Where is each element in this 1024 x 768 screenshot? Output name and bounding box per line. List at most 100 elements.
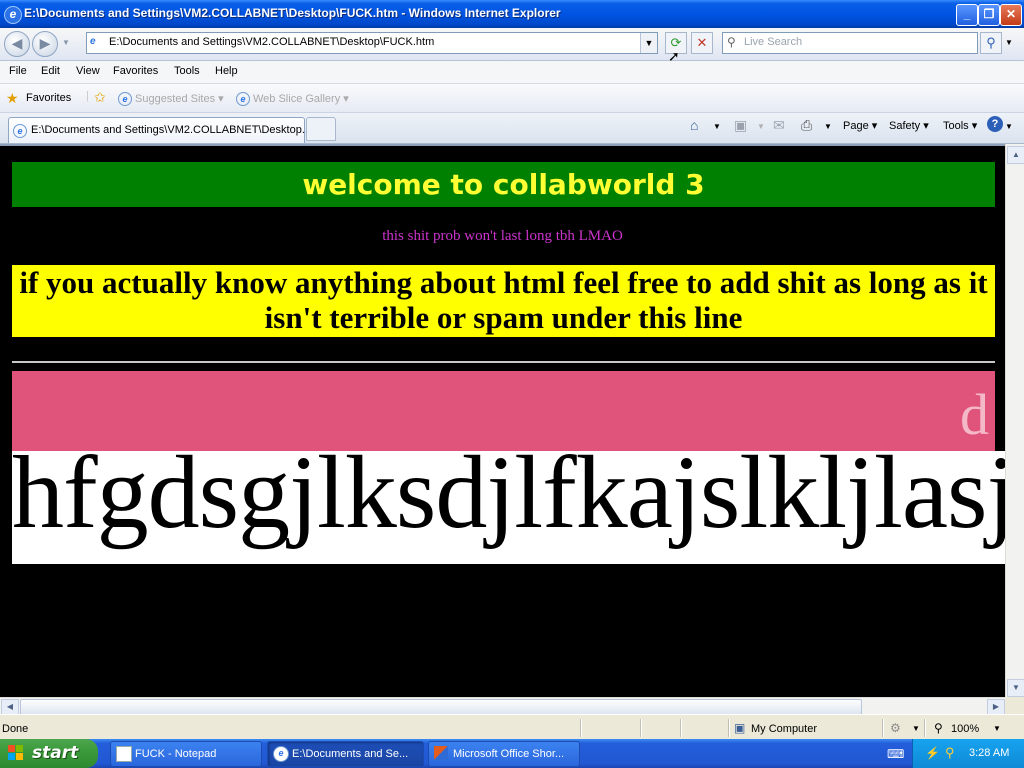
favorites-button[interactable]: Favorites: [26, 92, 71, 104]
add-favorites-icon[interactable]: ✩: [94, 89, 106, 106]
web-slice-gallery-label: Web Slice Gallery: [253, 93, 341, 105]
page-icon: e: [90, 36, 96, 47]
vertical-scrollbar[interactable]: ▲ ▼: [1005, 144, 1024, 697]
menu-edit[interactable]: Edit: [41, 65, 60, 77]
zoom-icon[interactable]: ⚲: [934, 721, 943, 735]
scroll-up-icon[interactable]: ▲: [1007, 146, 1024, 164]
page-menu[interactable]: Page ▾: [843, 119, 877, 132]
print-icon[interactable]: ⎙: [801, 117, 812, 134]
ie-page-icon: e: [13, 124, 27, 138]
office-shortcut-icon: [434, 746, 448, 760]
horizontal-scrollbar[interactable]: ◀ ▶: [0, 697, 1005, 715]
help-icon[interactable]: ?: [987, 116, 1003, 132]
menu-file[interactable]: File: [9, 65, 27, 77]
tools-menu[interactable]: Tools ▾: [943, 119, 977, 132]
home-icon[interactable]: ⌂: [690, 117, 698, 133]
scroll-right-icon[interactable]: ▶: [987, 699, 1005, 715]
big-text: hfgdsgjlksdjlfkajslkljlasjdlkfjas: [12, 451, 1005, 550]
horizontal-rule: [12, 361, 995, 363]
suggested-sites-label: Suggested Sites: [135, 93, 216, 105]
divider: [728, 719, 730, 737]
help-chevron-icon[interactable]: ▼: [1005, 122, 1013, 131]
protected-mode-chevron-icon[interactable]: ▼: [912, 724, 920, 733]
security-zone: My Computer: [751, 723, 818, 735]
ie-logo-icon: e: [4, 6, 22, 24]
ie-page-icon: e: [118, 92, 132, 107]
taskbar-item-label: E:\Documents and Se...: [292, 748, 409, 760]
print-chevron-icon[interactable]: ▼: [824, 122, 832, 131]
divider: |: [86, 90, 89, 102]
web-page-content: welcome to collabworld 3 this shit prob …: [0, 144, 1005, 699]
divider: [580, 719, 582, 737]
divider: [882, 719, 884, 737]
windows-logo-icon: [8, 745, 24, 761]
pink-marquee-text: d: [960, 382, 989, 447]
status-text: Done: [2, 723, 29, 735]
menu-view[interactable]: View: [76, 65, 100, 77]
favorites-star-icon: ★: [6, 90, 19, 106]
keyboard-icon[interactable]: ⌨: [887, 747, 904, 761]
taskbar: start FUCK - Notepad e E:\Documents and …: [0, 739, 1024, 768]
safety-menu-label: Safety: [889, 120, 921, 132]
menu-tools[interactable]: Tools: [174, 65, 200, 77]
address-dropdown-icon[interactable]: ▼: [640, 33, 657, 53]
divider: [680, 719, 682, 737]
network-icon[interactable]: ⚡: [925, 746, 940, 760]
start-button[interactable]: start: [0, 739, 98, 768]
taskbar-item-notepad[interactable]: FUCK - Notepad: [110, 741, 262, 767]
mail-icon[interactable]: ✉: [773, 117, 785, 134]
start-label: start: [32, 743, 79, 763]
tab-label: E:\Documents and Settings\VM2.COLLABNET\…: [31, 124, 312, 136]
taskbar-item-label: FUCK - Notepad: [135, 748, 217, 760]
safety-menu[interactable]: Safety ▾: [889, 119, 929, 132]
zoom-chevron-icon[interactable]: ▼: [993, 724, 1001, 733]
ie-icon: e: [273, 746, 289, 762]
address-bar[interactable]: e E:\Documents and Settings\VM2.COLLABNE…: [86, 32, 658, 54]
close-button[interactable]: ✕: [1000, 4, 1022, 26]
window-title: E:\Documents and Settings\VM2.COLLABNET\…: [24, 6, 561, 20]
search-options-chevron-icon[interactable]: ▼: [1005, 38, 1013, 47]
recent-pages-chevron-icon[interactable]: ▼: [62, 38, 70, 47]
maximize-button[interactable]: ❐: [978, 4, 1000, 26]
new-tab-button[interactable]: [306, 117, 336, 141]
web-slice-gallery-link[interactable]: e Web Slice Gallery ▾: [236, 92, 349, 107]
search-tray-icon[interactable]: ⚲: [945, 745, 955, 761]
menu-help[interactable]: Help: [215, 65, 238, 77]
stop-button[interactable]: ✕: [691, 32, 713, 54]
back-button[interactable]: ◀: [4, 31, 30, 57]
divider: [924, 719, 926, 737]
suggested-sites-link[interactable]: e Suggested Sites ▾: [118, 92, 224, 107]
tools-menu-label: Tools: [943, 120, 969, 132]
taskbar-item-office-shortcut[interactable]: Microsoft Office Shor...: [428, 741, 580, 767]
system-tray: ⚡ ⚲ 3:28 AM: [912, 739, 1024, 768]
scrollbar-corner: [1005, 697, 1024, 714]
horizontal-scroll-thumb[interactable]: [20, 699, 862, 715]
feeds-icon[interactable]: ▣: [734, 117, 747, 134]
menu-bar: File Edit View Favorites Tools Help: [0, 61, 1024, 84]
taskbar-item-internet-explorer[interactable]: e E:\Documents and Se...: [267, 741, 424, 767]
protected-mode-icon[interactable]: ⚙: [890, 721, 901, 735]
address-input[interactable]: E:\Documents and Settings\VM2.COLLABNET\…: [109, 36, 434, 48]
clock[interactable]: 3:28 AM: [969, 747, 1009, 759]
menu-favorites[interactable]: Favorites: [113, 65, 158, 77]
navigation-bar: ◀ ▶ ▼ e E:\Documents and Settings\VM2.CO…: [0, 28, 1024, 64]
feeds-chevron-icon[interactable]: ▼: [757, 122, 765, 131]
ie-page-icon: e: [236, 92, 250, 107]
minimize-button[interactable]: _: [956, 4, 978, 26]
search-input[interactable]: Live Search: [744, 36, 802, 48]
tab-bar: e E:\Documents and Settings\VM2.COLLABNE…: [0, 113, 1024, 144]
zoom-level[interactable]: 100%: [951, 723, 979, 735]
taskbar-item-label: Microsoft Office Shor...: [453, 748, 565, 760]
notepad-icon: [116, 746, 132, 762]
page-heading: welcome to collabworld 3: [12, 162, 995, 207]
scroll-down-icon[interactable]: ▼: [1007, 679, 1024, 697]
search-button[interactable]: ⚲: [980, 32, 1002, 54]
home-chevron-icon[interactable]: ▼: [713, 122, 721, 131]
search-provider-icon: ⚲: [727, 35, 736, 49]
forward-button[interactable]: ▶: [32, 31, 58, 57]
notice-box: if you actually know anything about html…: [12, 265, 995, 337]
scroll-left-icon[interactable]: ◀: [1, 699, 19, 715]
favorites-bar: ★ Favorites | ✩ e Suggested Sites ▾ e Web …: [0, 84, 1024, 113]
tab-active[interactable]: e E:\Documents and Settings\VM2.COLLABNE…: [8, 117, 311, 143]
search-box[interactable]: ⚲ Live Search: [722, 32, 978, 54]
